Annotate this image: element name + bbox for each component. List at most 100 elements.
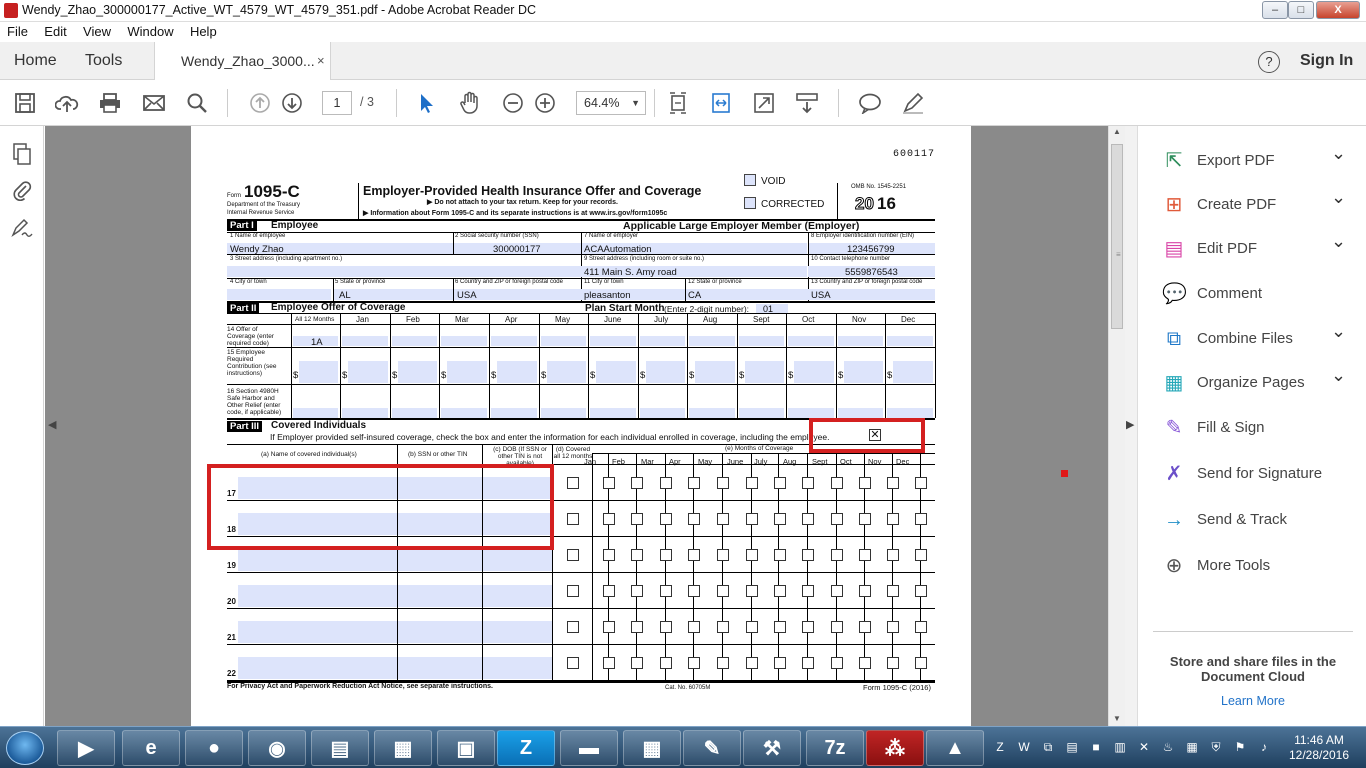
coverage-checkbox[interactable] [915, 657, 927, 669]
page-thumbnails-icon[interactable] [10, 142, 34, 166]
tray-app-icon[interactable]: ▥ [1112, 739, 1128, 755]
coverage-checkbox[interactable] [603, 657, 615, 669]
collapse-left-panel-icon[interactable]: ◀ [48, 418, 56, 431]
coverage-checkbox[interactable] [717, 477, 729, 489]
coverage-checkbox[interactable] [915, 549, 927, 561]
editor-icon[interactable]: ✎ [683, 730, 741, 766]
comment-icon[interactable] [858, 91, 882, 115]
scroll-mode-icon[interactable] [795, 91, 819, 115]
coverage-checkbox[interactable] [859, 477, 871, 489]
coverage-checkbox[interactable] [631, 513, 643, 525]
sign-in-link[interactable]: Sign In [1300, 52, 1353, 70]
coverage-checkbox[interactable] [774, 585, 786, 597]
chevron-down-icon[interactable]: ⌄ [1331, 187, 1346, 208]
fit-width-icon[interactable] [709, 91, 733, 115]
page-number-input[interactable]: 1 [322, 91, 352, 115]
select-cursor-icon[interactable] [414, 91, 438, 115]
coverage-checkbox[interactable] [688, 549, 700, 561]
tool-fill-sign[interactable]: ✎ Fill & Sign [1138, 408, 1366, 448]
help-icon[interactable]: ? [1258, 51, 1280, 73]
menu-window[interactable]: Window [120, 22, 179, 39]
calculator-icon[interactable]: ▦ [623, 730, 681, 766]
coverage-checkbox[interactable] [915, 513, 927, 525]
tray-flag-icon[interactable]: ⚑ [1232, 739, 1248, 755]
coverage-checkbox[interactable] [859, 621, 871, 633]
tool-edit-pdf[interactable]: ▤ Edit PDF ⌄ [1138, 229, 1366, 269]
tray-network-share-icon[interactable]: ⧉ [1040, 739, 1056, 755]
tool-organize-pages[interactable]: ▦ Organize Pages ⌄ [1138, 363, 1366, 403]
coverage-checkbox[interactable] [746, 513, 758, 525]
coverage-checkbox[interactable] [631, 657, 643, 669]
coverage-checkbox[interactable] [774, 513, 786, 525]
coverage-checkbox[interactable] [631, 477, 643, 489]
scroll-up-icon[interactable]: ▲ [1113, 127, 1121, 136]
coverage-checkbox[interactable] [831, 513, 843, 525]
coverage-checkbox[interactable] [859, 549, 871, 561]
tool-send-for-signature[interactable]: ✗ Send for Signature [1138, 454, 1366, 494]
coverage-checkbox[interactable] [567, 585, 579, 597]
chevron-down-icon[interactable]: ⌄ [1331, 231, 1346, 252]
coverage-checkbox[interactable] [603, 585, 615, 597]
coverage-checkbox[interactable] [774, 477, 786, 489]
coverage-checkbox[interactable] [631, 621, 643, 633]
collapse-right-panel-icon[interactable]: ▶ [1126, 418, 1134, 431]
coverage-checkbox[interactable] [603, 621, 615, 633]
email-icon[interactable] [142, 91, 166, 115]
coverage-checkbox[interactable] [802, 477, 814, 489]
tray-security-icon[interactable]: ⛨ [1208, 739, 1224, 755]
coverage-checkbox[interactable] [802, 585, 814, 597]
firefox-icon[interactable]: ● [185, 730, 243, 766]
menu-edit[interactable]: Edit [37, 22, 72, 39]
tray-app-icon[interactable]: ✕ [1136, 739, 1152, 755]
attachments-icon[interactable] [10, 178, 34, 202]
zoom-out-icon[interactable] [501, 91, 525, 115]
chrome-icon[interactable]: ◉ [248, 730, 306, 766]
coverage-checkbox[interactable] [746, 549, 758, 561]
coverage-checkbox[interactable] [774, 621, 786, 633]
acrobat-icon[interactable]: ⁂ [866, 730, 924, 766]
coverage-checkbox[interactable] [603, 549, 615, 561]
coverage-checkbox[interactable] [688, 477, 700, 489]
vertical-scrollbar[interactable]: ▲ ≡ ▼ [1108, 126, 1125, 726]
tool-comment[interactable]: 💬 Comment [1138, 274, 1366, 314]
upload-icon[interactable] [55, 91, 79, 115]
coverage-checkbox[interactable] [915, 477, 927, 489]
coverage-checkbox[interactable] [717, 621, 729, 633]
coverage-checkbox[interactable] [746, 477, 758, 489]
scroll-down-icon[interactable]: ▼ [1113, 714, 1121, 723]
full-screen-icon[interactable] [752, 91, 776, 115]
coverage-checkbox[interactable] [915, 621, 927, 633]
coverage-checkbox[interactable] [567, 477, 579, 489]
fit-page-icon[interactable] [666, 91, 690, 115]
menu-file[interactable]: File [0, 22, 34, 39]
coverage-checkbox[interactable] [831, 585, 843, 597]
document-viewport[interactable]: ◀ 600117 Form 1095-C Department of the Trea… [45, 126, 1108, 726]
coverage-checkbox[interactable] [717, 585, 729, 597]
coverage-checkbox[interactable] [567, 621, 579, 633]
coverage-checkbox[interactable] [717, 549, 729, 561]
coverage-checkbox[interactable] [774, 549, 786, 561]
coverage-checkbox[interactable] [915, 585, 927, 597]
coverage-checkbox[interactable] [802, 513, 814, 525]
coverage-checkbox[interactable] [603, 513, 615, 525]
chevron-down-icon[interactable]: ⌄ [1331, 365, 1346, 386]
coverage-checkbox[interactable] [660, 621, 672, 633]
close-window-button[interactable]: X [1316, 1, 1360, 19]
start-button[interactable] [6, 731, 44, 765]
tab-tools[interactable]: Tools [85, 52, 122, 70]
coverage-checkbox[interactable] [631, 549, 643, 561]
coverage-checkbox[interactable] [859, 513, 871, 525]
scrollbar-thumb[interactable]: ≡ [1111, 144, 1123, 329]
save-icon[interactable] [13, 91, 37, 115]
coverage-checkbox[interactable] [567, 513, 579, 525]
coverage-checkbox[interactable] [831, 657, 843, 669]
terminal-icon[interactable]: ▣ [437, 730, 495, 766]
coverage-checkbox[interactable] [660, 549, 672, 561]
maximize-button[interactable]: □ [1288, 1, 1314, 19]
coverage-checkbox[interactable] [746, 657, 758, 669]
coverage-checkbox[interactable] [660, 477, 672, 489]
coverage-checkbox[interactable] [887, 657, 899, 669]
coverage-checkbox[interactable] [802, 549, 814, 561]
coverage-checkbox[interactable] [887, 513, 899, 525]
coverage-checkbox[interactable] [660, 513, 672, 525]
